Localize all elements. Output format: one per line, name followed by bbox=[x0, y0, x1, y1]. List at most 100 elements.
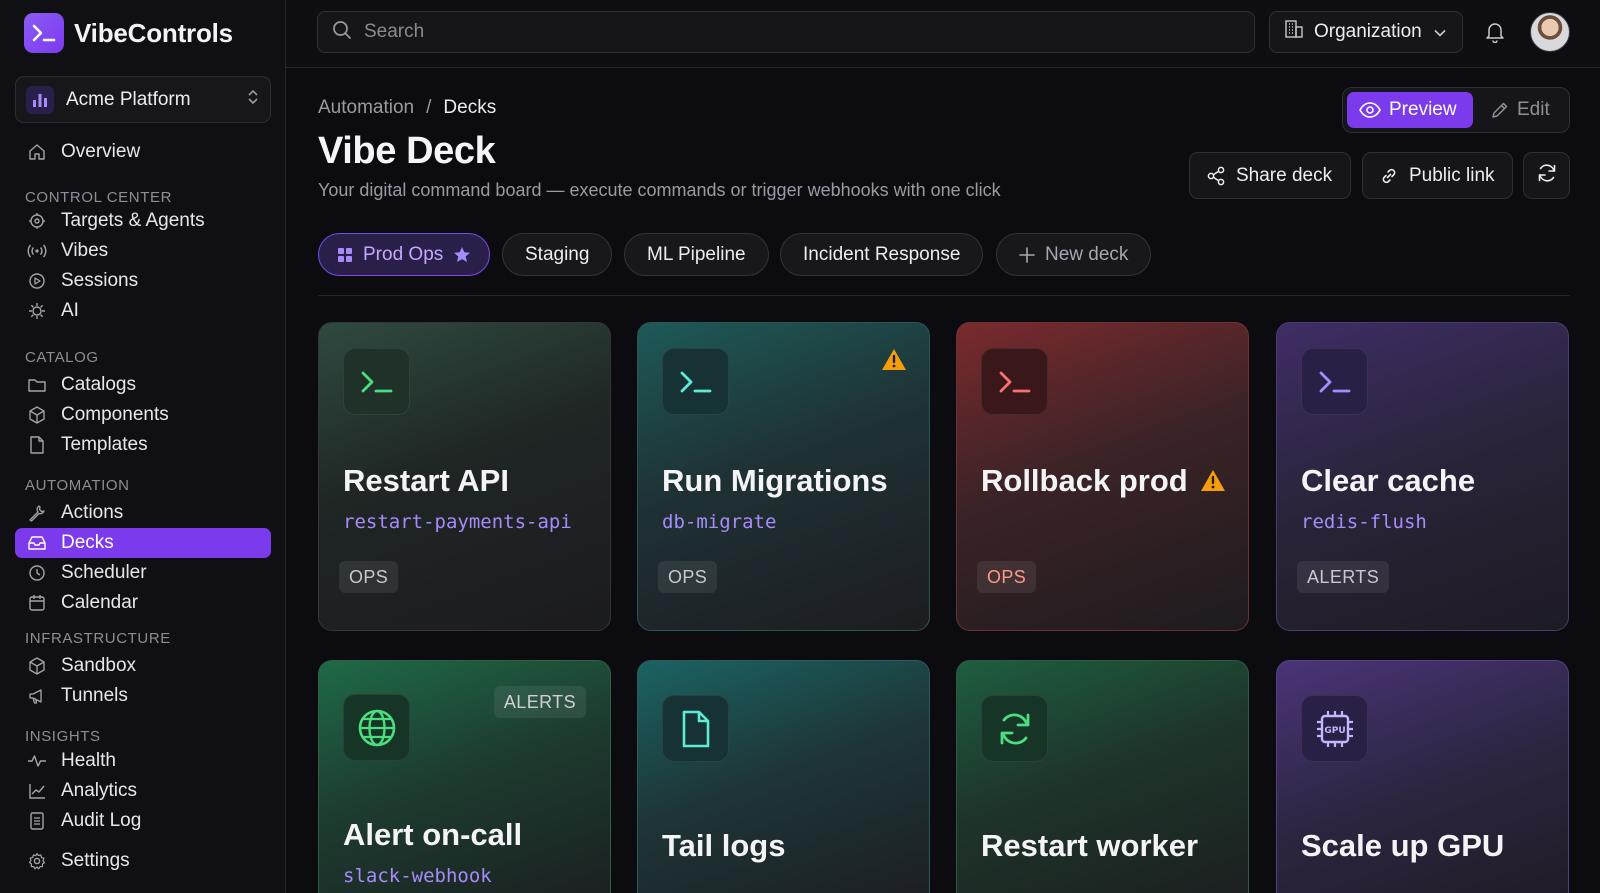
share-deck-button[interactable]: Share deck bbox=[1189, 152, 1351, 199]
pulse-icon bbox=[27, 751, 47, 771]
deck-card-tail-logs[interactable]: Tail logs bbox=[637, 660, 930, 893]
gpu-chip-label: GPU bbox=[1324, 726, 1345, 736]
sidebar-item-label: Analytics bbox=[61, 780, 138, 801]
terminal-icon bbox=[343, 348, 410, 415]
pencil-icon bbox=[1491, 101, 1509, 119]
sidebar-item-settings[interactable]: Settings bbox=[15, 846, 271, 876]
folder-icon bbox=[27, 375, 47, 395]
wrench-icon bbox=[27, 503, 47, 523]
sidebar-item-tunnels[interactable]: Tunnels bbox=[15, 681, 271, 711]
deck-card-run-migrations[interactable]: Run Migrations db-migrate OPS bbox=[637, 322, 930, 631]
play-circle-icon bbox=[27, 271, 47, 291]
avatar[interactable] bbox=[1530, 12, 1570, 52]
sidebar-item-label: Actions bbox=[61, 502, 124, 523]
sidebar-item-label: Audit Log bbox=[61, 810, 142, 831]
sidebar-item-label: Decks bbox=[61, 532, 114, 553]
inbox-icon bbox=[27, 533, 47, 553]
star-icon[interactable] bbox=[453, 246, 471, 264]
deck-card-alert-on-call[interactable]: ALERTS Alert on-call slack-webhook bbox=[318, 660, 611, 893]
share-icon bbox=[1206, 166, 1226, 186]
file-icon bbox=[662, 695, 729, 762]
refresh-icon bbox=[1536, 162, 1558, 190]
deck-card-scale-up-gpu[interactable]: GPU Scale up GPU bbox=[1276, 660, 1569, 893]
organization-label: Organization bbox=[1314, 21, 1422, 42]
warning-icon bbox=[881, 348, 907, 372]
ai-chip-icon bbox=[27, 301, 47, 321]
breadcrumb-automation[interactable]: Automation bbox=[318, 97, 414, 119]
target-icon bbox=[27, 211, 47, 231]
chevron-down-icon bbox=[1434, 21, 1446, 43]
card-title: Restart API bbox=[343, 463, 509, 499]
sidebar-item-label: Catalogs bbox=[61, 374, 136, 395]
megaphone-icon bbox=[27, 686, 47, 706]
tab-prod-ops[interactable]: Prod Ops bbox=[318, 233, 491, 276]
sidebar-item-health[interactable]: Health bbox=[15, 746, 271, 776]
deck-card-rollback-prod[interactable]: Rollback prod OPS bbox=[956, 322, 1249, 631]
breadcrumb: Automation / Decks bbox=[318, 97, 496, 119]
sidebar-item-label: Settings bbox=[61, 850, 130, 871]
deck-card-restart-api[interactable]: Restart API restart-payments-api OPS bbox=[318, 322, 611, 631]
sidebar-item-components[interactable]: Components bbox=[15, 400, 271, 430]
search-input[interactable] bbox=[364, 21, 1224, 43]
sidebar-item-label: Vibes bbox=[61, 240, 109, 261]
sidebar-item-label: Scheduler bbox=[61, 562, 147, 583]
sidebar-item-catalogs[interactable]: Catalogs bbox=[15, 370, 271, 400]
sidebar-item-ai[interactable]: AI bbox=[15, 296, 271, 326]
card-tag: OPS bbox=[658, 561, 718, 593]
project-name: Acme Platform bbox=[66, 88, 191, 110]
card-title: Rollback prod bbox=[981, 463, 1226, 499]
app-name: VibeControls bbox=[74, 17, 233, 48]
terminal-icon bbox=[981, 348, 1048, 415]
deck-card-clear-cache[interactable]: Clear cache redis-flush ALERTS bbox=[1276, 322, 1569, 631]
tab-ml-pipeline[interactable]: ML Pipeline bbox=[624, 233, 769, 276]
new-deck-button[interactable]: New deck bbox=[996, 233, 1152, 276]
card-title: Alert on-call bbox=[343, 817, 522, 853]
sidebar-item-overview[interactable]: Overview bbox=[15, 137, 271, 167]
sidebar-item-decks[interactable]: Decks bbox=[15, 528, 271, 558]
sidebar-item-analytics[interactable]: Analytics bbox=[15, 776, 271, 806]
public-link-button[interactable]: Public link bbox=[1362, 152, 1513, 199]
bell-icon[interactable] bbox=[1481, 18, 1509, 46]
sidebar-item-targets-agents[interactable]: Targets & Agents bbox=[15, 206, 271, 236]
deck-card-restart-worker[interactable]: Restart worker bbox=[956, 660, 1249, 893]
sidebar-item-actions[interactable]: Actions bbox=[15, 498, 271, 528]
sidebar-item-sandbox[interactable]: Sandbox bbox=[15, 651, 271, 681]
card-title: Run Migrations bbox=[662, 463, 888, 499]
card-title-text: Restart API bbox=[343, 463, 509, 498]
sidebar-item-label: Sessions bbox=[61, 270, 139, 291]
sidebar-item-sessions[interactable]: Sessions bbox=[15, 266, 271, 296]
card-tag: ALERTS bbox=[493, 686, 586, 718]
sidebar-item-audit-log[interactable]: Audit Log bbox=[15, 806, 271, 836]
edit-label: Edit bbox=[1517, 99, 1550, 120]
warning-icon bbox=[1200, 469, 1226, 493]
edit-toggle[interactable]: Edit bbox=[1479, 92, 1562, 128]
card-title-text: Restart worker bbox=[981, 828, 1199, 863]
preview-toggle[interactable]: Preview bbox=[1347, 92, 1473, 128]
bar-chart-icon bbox=[26, 85, 54, 114]
tab-staging[interactable]: Staging bbox=[502, 233, 613, 276]
project-switcher[interactable]: Acme Platform bbox=[15, 76, 271, 123]
brand[interactable]: VibeControls bbox=[24, 13, 233, 53]
refresh-icon bbox=[981, 695, 1048, 762]
terminal-icon bbox=[1301, 348, 1368, 415]
sidebar-item-templates[interactable]: Templates bbox=[15, 430, 271, 460]
page-title: Vibe Deck bbox=[318, 130, 496, 172]
sidebar-item-label: Health bbox=[61, 750, 116, 771]
sidebar-item-scheduler[interactable]: Scheduler bbox=[15, 558, 271, 588]
search-box[interactable] bbox=[317, 11, 1255, 53]
grid-icon bbox=[337, 247, 353, 263]
sidebar-item-vibes[interactable]: Vibes bbox=[15, 236, 271, 266]
list-document-icon bbox=[27, 811, 47, 831]
card-command: db-migrate bbox=[662, 511, 777, 533]
refresh-button[interactable] bbox=[1523, 152, 1570, 199]
card-title-text: Scale up GPU bbox=[1301, 828, 1505, 863]
card-tag: OPS bbox=[977, 561, 1037, 593]
sidebar-item-calendar[interactable]: Calendar bbox=[15, 588, 271, 618]
section-label-infrastructure: INFRASTRUCTURE bbox=[25, 630, 171, 647]
card-command: redis-flush bbox=[1301, 511, 1427, 533]
tab-incident-response[interactable]: Incident Response bbox=[780, 233, 984, 276]
organization-switcher[interactable]: Organization bbox=[1269, 11, 1463, 53]
sidebar-item-label: AI bbox=[61, 300, 79, 321]
card-title-text: Alert on-call bbox=[343, 817, 523, 852]
card-command: slack-webhook bbox=[343, 865, 492, 887]
